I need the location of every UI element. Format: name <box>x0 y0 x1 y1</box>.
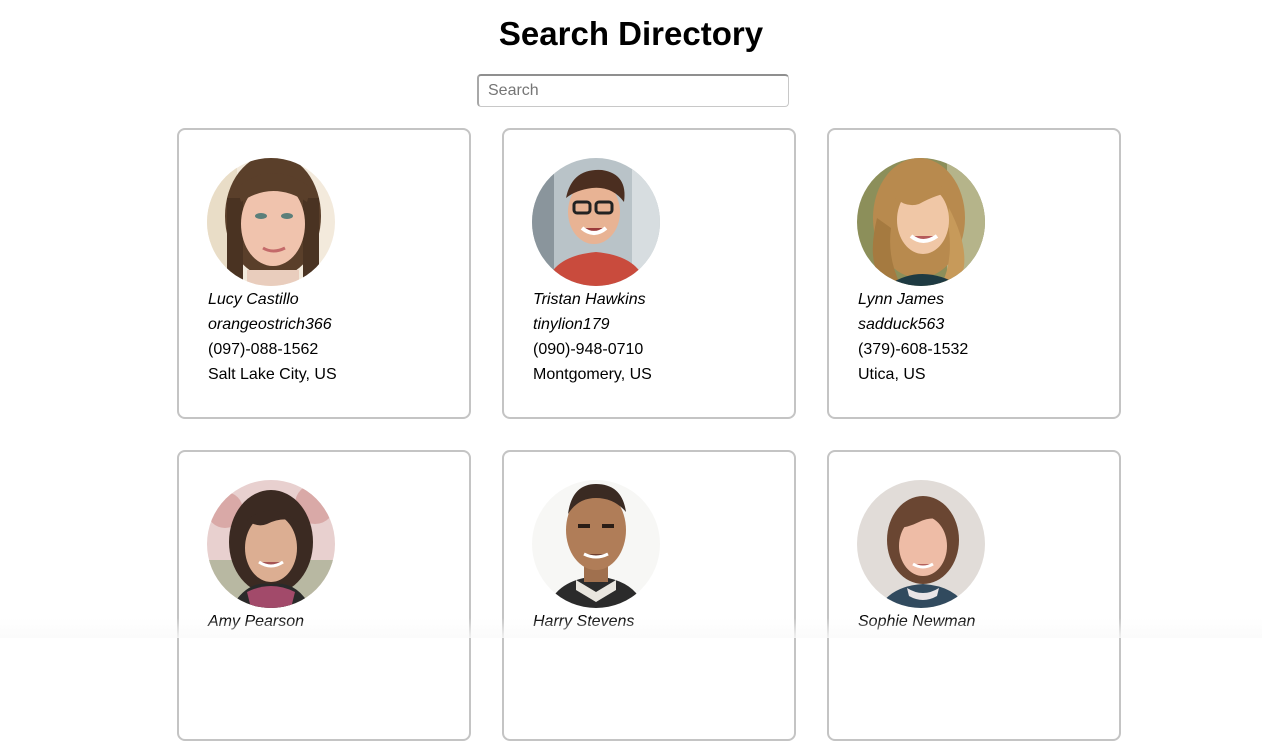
employee-card[interactable]: Lucy Castillo orangeostrich366 (097)-088… <box>177 128 471 419</box>
employee-name: Harry Stevens <box>533 613 635 630</box>
avatar <box>207 158 335 286</box>
search-input[interactable] <box>477 74 789 107</box>
employee-phone: (090)-948-0710 <box>533 341 644 358</box>
employee-name: Lucy Castillo <box>208 291 299 308</box>
employee-location: Utica, US <box>858 366 926 383</box>
avatar <box>207 480 335 608</box>
employee-name: Amy Pearson <box>208 613 305 630</box>
employee-username: tinylion179 <box>533 316 610 333</box>
avatar <box>857 480 985 608</box>
employee-location: Montgomery, US <box>533 366 652 383</box>
employee-card[interactable]: Tristan Hawkins tinylion179 (090)-948-07… <box>502 128 796 419</box>
avatar <box>857 158 985 286</box>
page-title: Search Directory <box>498 15 764 52</box>
employee-phone: (097)-088-1562 <box>208 341 319 358</box>
employee-card[interactable]: Amy Pearson <box>177 450 471 741</box>
employee-card[interactable]: Harry Stevens <box>502 450 796 741</box>
employee-card[interactable]: Lynn James sadduck563 (379)-608-1532 Uti… <box>827 128 1121 419</box>
employee-name: Tristan Hawkins <box>533 291 646 308</box>
employee-username: sadduck563 <box>858 316 945 333</box>
employee-phone: (379)-608-1532 <box>858 341 969 358</box>
employee-username: orangeostrich366 <box>208 316 332 333</box>
employee-name: Sophie Newman <box>858 613 976 630</box>
avatar <box>532 480 660 608</box>
avatar <box>532 158 660 286</box>
employee-name: Lynn James <box>858 291 944 308</box>
employee-location: Salt Lake City, US <box>208 366 337 383</box>
employee-card[interactable]: Sophie Newman <box>827 450 1121 741</box>
